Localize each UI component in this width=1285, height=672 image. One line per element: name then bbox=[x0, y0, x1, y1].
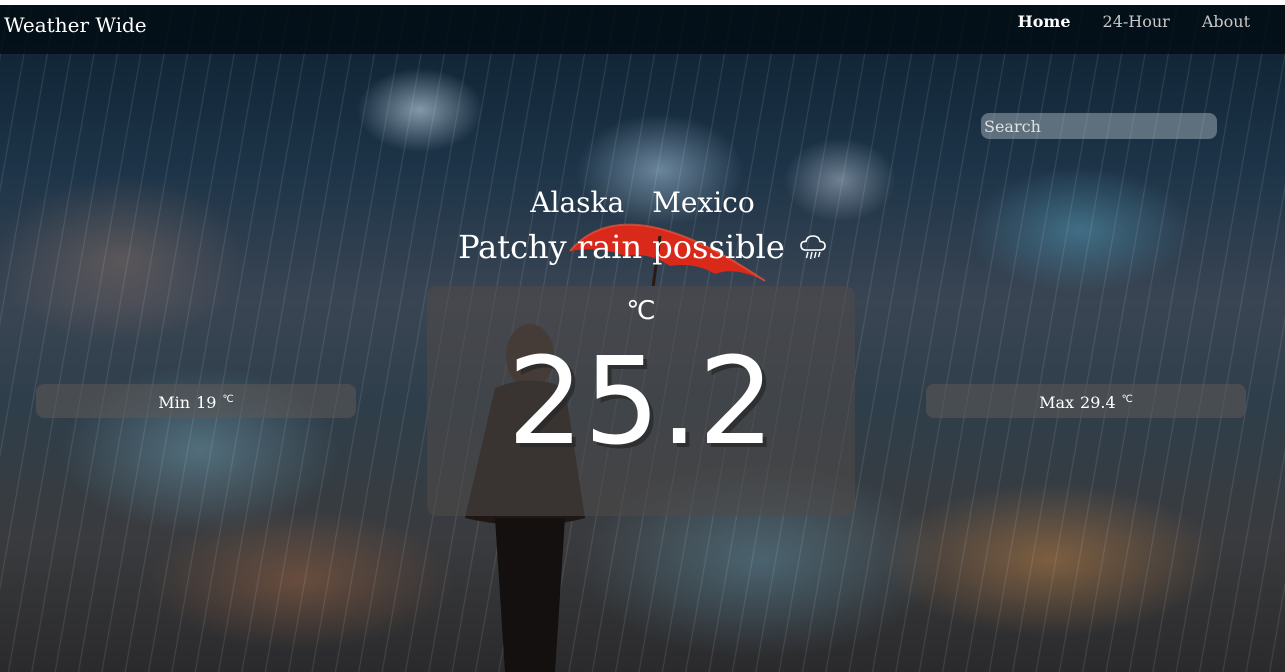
current-temperature: 25.2 bbox=[507, 333, 775, 472]
location-country: Mexico bbox=[652, 186, 755, 219]
min-unit: ℃ bbox=[222, 394, 234, 405]
current-temperature-card: ℃ 25.2 bbox=[427, 286, 855, 516]
temperature-unit: ℃ bbox=[626, 296, 656, 326]
rain-cloud-icon bbox=[799, 231, 827, 269]
condition-line: Patchy rain possible bbox=[0, 228, 1285, 269]
location-region: Alaska bbox=[530, 186, 625, 219]
nav-link-home[interactable]: Home bbox=[1018, 12, 1071, 31]
max-unit: ℃ bbox=[1121, 394, 1133, 405]
location-line: Alaska Mexico bbox=[0, 186, 1285, 219]
max-value: 29.4 bbox=[1080, 393, 1116, 412]
max-temperature-card: Max 29.4 ℃ bbox=[926, 384, 1246, 418]
nav-link-24-hour[interactable]: 24-Hour bbox=[1103, 12, 1170, 31]
min-value: 19 bbox=[196, 393, 217, 412]
max-label: Max bbox=[1039, 393, 1075, 412]
brand-title[interactable]: Weather Wide bbox=[4, 13, 147, 37]
nav-link-about[interactable]: About bbox=[1202, 12, 1250, 31]
min-temperature-card: Min 19 ℃ bbox=[36, 384, 356, 418]
min-label: Min bbox=[158, 393, 191, 412]
navbar: Weather Wide Home 24-Hour About bbox=[0, 5, 1285, 54]
search-input[interactable] bbox=[981, 113, 1217, 139]
condition-text: Patchy rain possible bbox=[458, 228, 785, 266]
weather-page: Weather Wide Home 24-Hour About Alaska Me… bbox=[0, 0, 1285, 672]
nav-links: Home 24-Hour About bbox=[1018, 12, 1250, 31]
